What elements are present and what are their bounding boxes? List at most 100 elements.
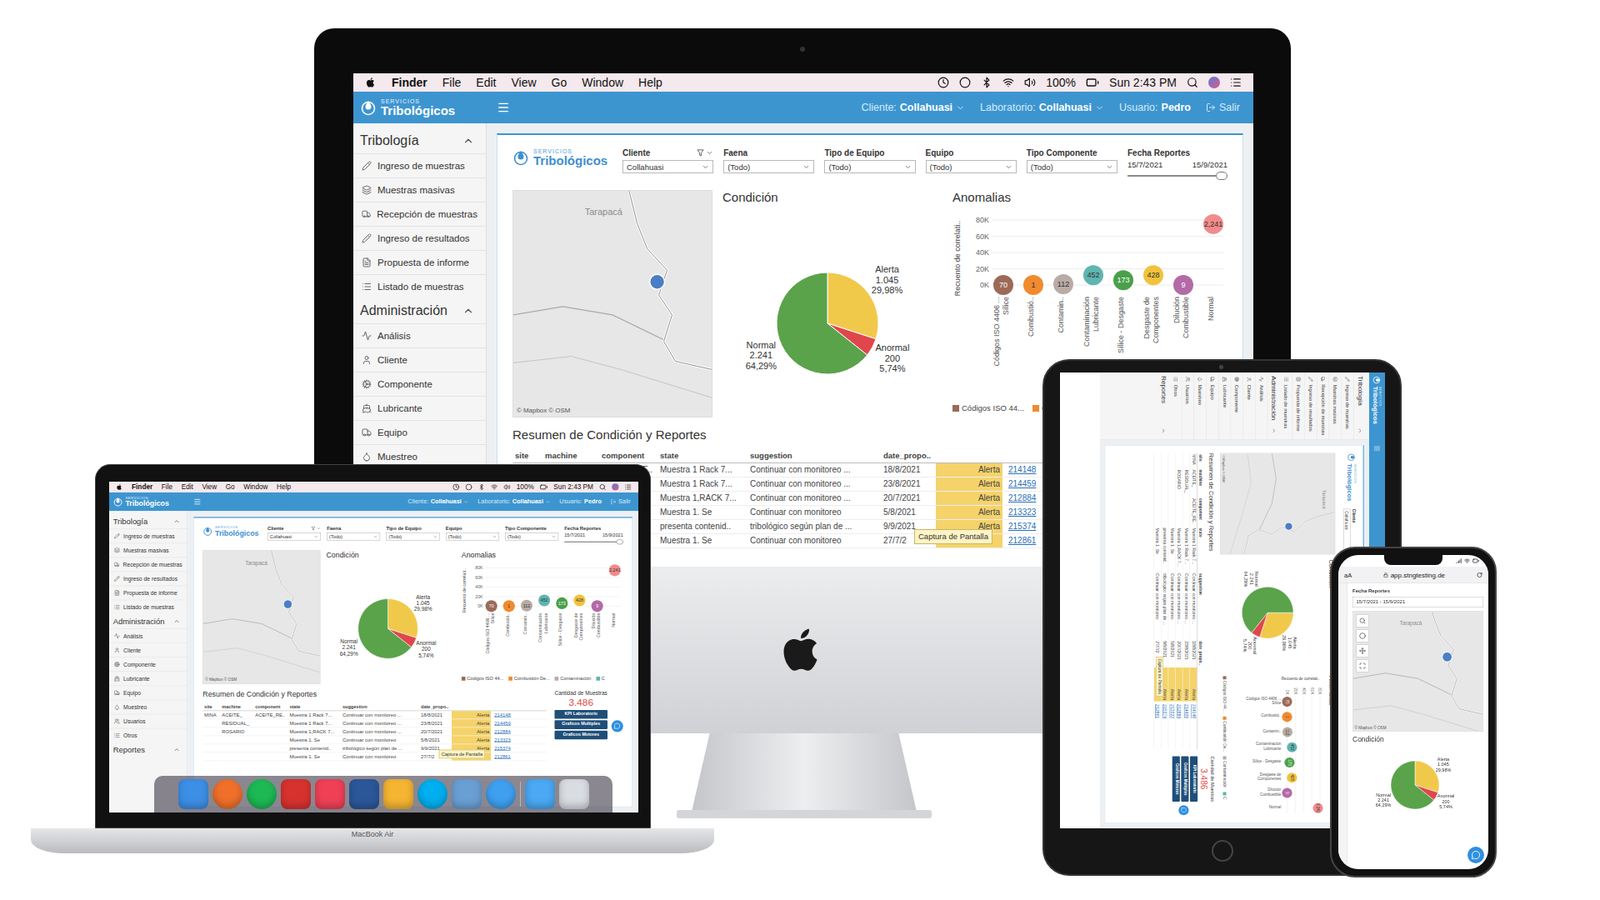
sidebar-item[interactable]: Propuesta de informe — [109, 585, 187, 600]
slider-handle[interactable] — [616, 539, 624, 545]
report-link[interactable]: 212884 — [1002, 491, 1049, 505]
menu-item[interactable]: File — [161, 483, 173, 491]
report-link[interactable]: 212861 — [490, 752, 518, 760]
sidebar-item[interactable]: Recepción de muestras — [109, 557, 187, 572]
word-icon[interactable] — [349, 779, 380, 810]
header-selector[interactable]: Laboratorio:Collahuasi — [980, 101, 1105, 114]
sidebar-item[interactable]: Ingreso de resultados — [353, 225, 486, 250]
column-header[interactable]: machine — [542, 449, 600, 463]
chat-button[interactable] — [1467, 846, 1485, 864]
time-machine-icon[interactable] — [937, 76, 950, 89]
sidebar-item[interactable]: Lubricante — [1218, 372, 1231, 440]
filter-icon[interactable] — [696, 149, 705, 157]
table-row[interactable]: Muestra 1. SeContinuar con monitoreo27/7… — [202, 752, 547, 761]
table-row[interactable]: RESIDUAL_Muestra 1 Rack 7...Continuar co… — [202, 719, 547, 728]
map[interactable]: Tarapacá© Mapbox © OSM — [1219, 453, 1335, 555]
column-header[interactable]: component — [1196, 496, 1204, 526]
sidebar-section-header[interactable]: Tribología — [109, 514, 187, 530]
browser-address-bar[interactable]: aAapp.stngtesting.de — [1338, 566, 1489, 584]
menu-item[interactable]: Go — [551, 75, 568, 90]
anomaly-point[interactable]: 452ContaminaciónLubricante — [1082, 265, 1104, 347]
sidebar-item[interactable]: Ingreso de muestras — [353, 153, 486, 178]
filter-select[interactable]: (Todo) — [723, 160, 815, 174]
sidebar-item[interactable]: Listado de muestras — [109, 600, 187, 615]
status-circle-icon[interactable] — [465, 483, 473, 490]
anomaly-point[interactable]: 173Sílice - Desgaste — [555, 597, 568, 647]
menu-item[interactable]: View — [510, 75, 536, 90]
sidebar-item[interactable]: Análisis — [353, 323, 486, 348]
column-header[interactable]: state — [1196, 526, 1204, 573]
anomaly-point[interactable]: 452ContaminaciónLubricante — [1255, 741, 1297, 753]
sidebar-item[interactable]: Análisis — [109, 628, 187, 643]
report-link[interactable]: 212884 — [490, 727, 518, 735]
filter-select[interactable]: Collahuasi — [267, 532, 321, 540]
home-button[interactable] — [1211, 840, 1234, 862]
sidebar-item[interactable]: Ingreso de resultados — [1304, 372, 1317, 440]
sketch-icon[interactable] — [383, 779, 414, 810]
table-row[interactable]: MINAACEITE_ACEITE_RE..Muestra 1 Rack 7..… — [1189, 453, 1197, 750]
header-selector[interactable]: Cliente:Collahuasi — [407, 498, 469, 505]
sidebar-item[interactable]: Componente — [353, 371, 486, 396]
anomaly-point[interactable]: 9DiluciónCombustible — [1172, 275, 1194, 339]
anomaly-point[interactable]: 9DiluciónCombustible — [1260, 787, 1292, 799]
text-size-button[interactable]: aA — [1344, 571, 1352, 580]
map-pin[interactable] — [650, 274, 665, 290]
date-filter-field[interactable]: 15/7/2021 - 15/9/2021 — [1352, 596, 1484, 608]
sidebar-item[interactable]: Usuarios — [1181, 372, 1195, 440]
menu-item[interactable]: Help — [638, 75, 663, 90]
menu-item[interactable]: Window — [581, 75, 624, 90]
anomaly-point[interactable]: 112Contamin.. — [1262, 726, 1293, 737]
anomaly-point[interactable]: 2,241Normal — [1268, 803, 1323, 814]
report-button[interactable]: Graficos Multiples — [554, 720, 608, 730]
filter-icon[interactable] — [310, 526, 315, 531]
anomaly-point[interactable]: 452ContaminaciónLubricante — [537, 594, 550, 642]
column-header[interactable]: suggestion — [1196, 572, 1204, 640]
pie-slice[interactable] — [1241, 586, 1294, 633]
header-selector[interactable]: Cliente:Collahuasi — [860, 101, 965, 114]
filter-select[interactable]: (Todo) — [505, 532, 559, 540]
column-header[interactable]: site — [202, 702, 220, 710]
pie-slice[interactable] — [776, 272, 868, 375]
report-link[interactable]: 214459 — [1002, 477, 1049, 491]
report-link[interactable]: 212861 — [1002, 534, 1049, 548]
battery-icon[interactable] — [540, 483, 548, 491]
sidebar-item[interactable]: Muestras masivas — [109, 543, 187, 558]
anomaly-point[interactable]: 70Códigos ISO 4406 ...Sílice — [1245, 696, 1292, 708]
date-range-slider[interactable] — [564, 539, 624, 545]
report-button[interactable]: Graficos Multiples — [1180, 755, 1189, 802]
column-header[interactable]: date_propo.. — [419, 702, 452, 710]
anomaly-point[interactable]: 1Combustió.. — [503, 600, 515, 636]
menu-item[interactable]: Window — [243, 483, 268, 491]
reload-icon[interactable] — [1476, 571, 1483, 578]
report-button[interactable]: KPI Laboratorio — [554, 710, 608, 720]
column-header[interactable] — [1196, 667, 1204, 702]
table-row[interactable]: MINAACEITE_ACEITE_RE..Muestra 1 Rack 7..… — [202, 710, 547, 720]
filter-select[interactable]: (Todo) — [385, 532, 440, 540]
report-link[interactable]: 212884 — [1175, 701, 1182, 725]
report-button[interactable]: Graficos Motores — [1171, 755, 1180, 802]
filter-select[interactable]: (Todo) — [925, 160, 1017, 174]
wifi-icon[interactable] — [490, 483, 498, 490]
sidebar-section-header[interactable]: Reportes — [1156, 372, 1170, 440]
menu-clock[interactable]: Sun 2:43 PM — [1109, 75, 1177, 90]
column-header[interactable] — [1002, 449, 1049, 463]
battery-icon[interactable] — [1085, 75, 1100, 90]
time-machine-icon[interactable] — [452, 483, 460, 490]
pie-slice[interactable] — [358, 599, 412, 660]
chat-button[interactable] — [1178, 805, 1189, 815]
table-row[interactable]: presenta contenid..tribológico según pla… — [1160, 453, 1169, 750]
column-header[interactable]: date_propo.. — [1196, 640, 1204, 668]
skype-icon[interactable] — [417, 779, 448, 810]
sidebar-section-header[interactable]: Tribología — [353, 128, 486, 154]
sidebar-item[interactable]: Cliente — [109, 642, 187, 657]
map-tool-button[interactable] — [1356, 630, 1370, 643]
folder-icon[interactable] — [525, 779, 555, 810]
apple-menu-icon[interactable] — [365, 76, 377, 89]
menu-clock[interactable]: Sun 2:43 PM — [553, 483, 594, 491]
report-link[interactable]: 214148 — [1189, 701, 1196, 725]
report-link[interactable]: 213323 — [1002, 505, 1049, 520]
anomaly-point[interactable]: 2,241Normal — [609, 564, 621, 627]
sidebar-item[interactable]: Lubricante — [353, 395, 486, 420]
sidebar-item[interactable]: Muestras masivas — [1329, 372, 1342, 440]
logout-button[interactable]: Salir — [610, 498, 631, 505]
